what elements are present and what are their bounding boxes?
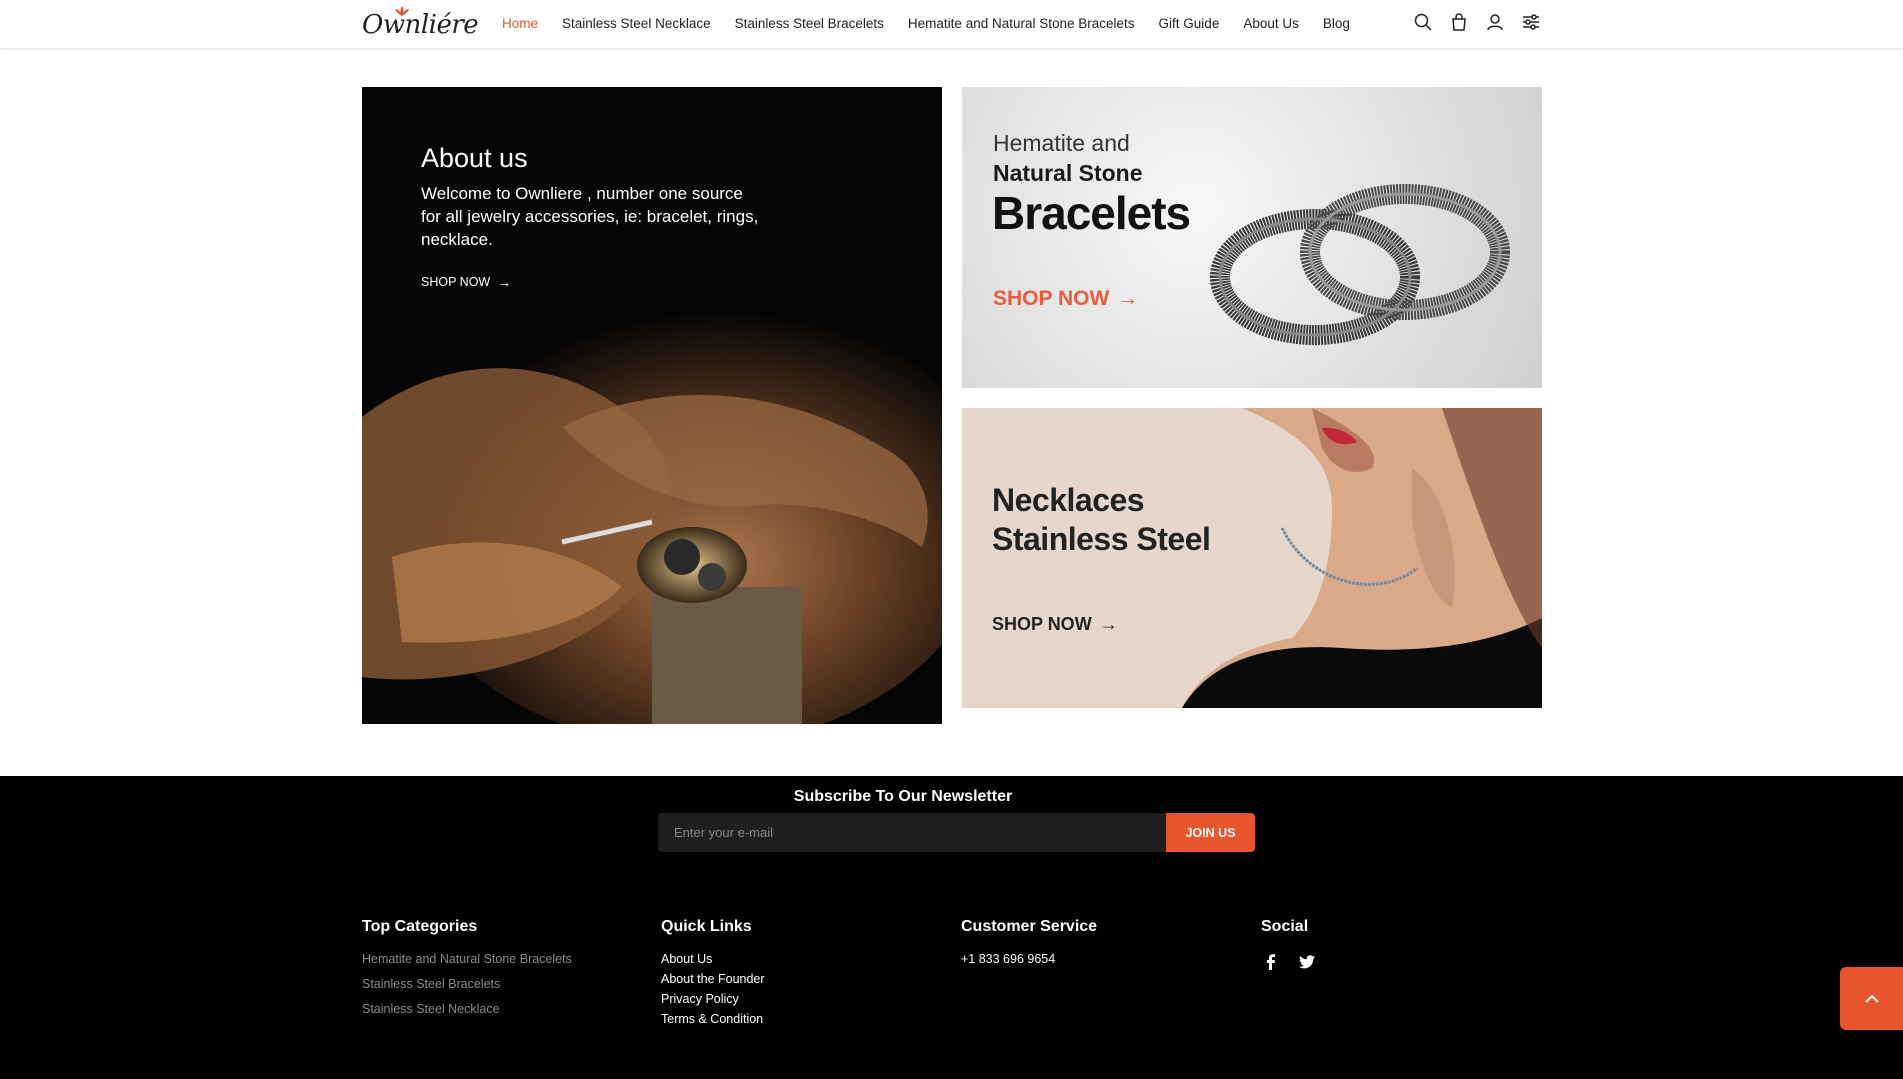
header-icons (1414, 13, 1558, 33)
necklaces-shop-now-label: SHOP NOW (992, 614, 1092, 634)
user-icon[interactable] (1486, 13, 1506, 33)
footer-link-about-us[interactable]: About Us (661, 952, 765, 966)
about-shop-now-link[interactable]: SHOP NOW → (421, 274, 511, 290)
chevron-up-icon (1864, 994, 1879, 1003)
nav-gift-guide[interactable]: Gift Guide (1159, 16, 1220, 31)
site-logo[interactable]: Ownliére (362, 6, 479, 40)
join-us-button[interactable]: JOIN US (1166, 813, 1255, 852)
footer-customer-service: Customer Service +1 833 696 9654 (961, 918, 1097, 966)
footer-quick-links-title: Quick Links (661, 918, 752, 935)
arrow-right-icon: → (1099, 614, 1118, 634)
necklaces-banner-line2: Stainless Steel (992, 521, 1211, 557)
cart-icon[interactable] (1450, 13, 1470, 33)
bracelets-banner-line2: Natural Stone (993, 160, 1143, 186)
footer-customer-service-title: Customer Service (961, 918, 1098, 935)
about-description: Welcome to Ownliere , number one source … (421, 184, 759, 249)
nav-blog[interactable]: Blog (1323, 16, 1350, 31)
back-to-top-button[interactable] (1840, 967, 1903, 1030)
site-footer: Subscribe To Our Newsletter JOIN US Top … (0, 776, 1903, 1079)
footer-link-about-founder[interactable]: About the Founder (661, 972, 765, 986)
bracelets-banner-title: Bracelets (992, 187, 1191, 239)
twitter-icon[interactable] (1297, 952, 1317, 972)
bracelets-shop-now-button[interactable]: SHOP NOW → (993, 287, 1138, 311)
nav-stainless-steel-bracelets[interactable]: Stainless Steel Bracelets (735, 16, 884, 31)
footer-phone-link[interactable]: +1 833 696 9654 (961, 952, 1097, 966)
facebook-icon[interactable] (1261, 952, 1281, 972)
footer-social-title: Social (1261, 918, 1309, 935)
main-nav: Home Stainless Steel Necklace Stainless … (502, 0, 1374, 46)
footer-link-privacy-policy[interactable]: Privacy Policy (661, 992, 765, 1006)
necklaces-banner-line1: Necklaces (992, 482, 1145, 518)
bracelets-shop-now-label: SHOP NOW (993, 287, 1110, 310)
footer-link-stainless-necklace[interactable]: Stainless Steel Necklace (362, 1002, 572, 1016)
footer-link-terms[interactable]: Terms & Condition (661, 1012, 765, 1026)
necklaces-shop-now-button[interactable]: SHOP NOW → (992, 614, 1118, 635)
necklaces-banner[interactable]: Necklaces Stainless Steel SHOP NOW → (962, 408, 1542, 708)
nav-about-us[interactable]: About Us (1243, 16, 1299, 31)
about-shop-now-label: SHOP NOW (421, 275, 491, 289)
about-title: About us (421, 143, 528, 173)
bracelets-banner-line1: Hematite and (993, 130, 1130, 156)
arrow-right-icon: → (1117, 287, 1139, 310)
newsletter-email-input[interactable] (658, 813, 1166, 852)
nav-home[interactable]: Home (502, 16, 538, 31)
necklace-model-image (1182, 408, 1542, 708)
footer-link-stainless-bracelets[interactable]: Stainless Steel Bracelets (362, 977, 572, 991)
nav-stainless-steel-necklace[interactable]: Stainless Steel Necklace (562, 16, 711, 31)
logo-text: Ownliére (362, 10, 479, 40)
about-panel: About us Welcome to Ownliere , number on… (362, 87, 942, 724)
arrow-right-icon: → (497, 274, 512, 290)
footer-link-hematite-bracelets[interactable]: Hematite and Natural Stone Bracelets (362, 952, 572, 966)
site-header: Ownliére Home Stainless Steel Necklace S… (0, 0, 1903, 48)
bracelets-image (1210, 184, 1510, 345)
footer-top-categories-title: Top Categories (362, 918, 478, 935)
bracelets-banner[interactable]: Hematite and Natural Stone Bracelets SHO… (962, 87, 1542, 388)
social-icons (1261, 952, 1333, 972)
newsletter-title: Subscribe To Our Newsletter (793, 788, 1013, 805)
footer-social: Social (1261, 918, 1333, 972)
nav-hematite-bracelets[interactable]: Hematite and Natural Stone Bracelets (908, 16, 1135, 31)
settings-icon[interactable] (1522, 13, 1542, 33)
footer-top-categories: Top Categories Hematite and Natural Ston… (362, 918, 572, 1027)
search-icon[interactable] (1414, 13, 1434, 33)
footer-quick-links: Quick Links About Us About the Founder P… (661, 918, 765, 1032)
